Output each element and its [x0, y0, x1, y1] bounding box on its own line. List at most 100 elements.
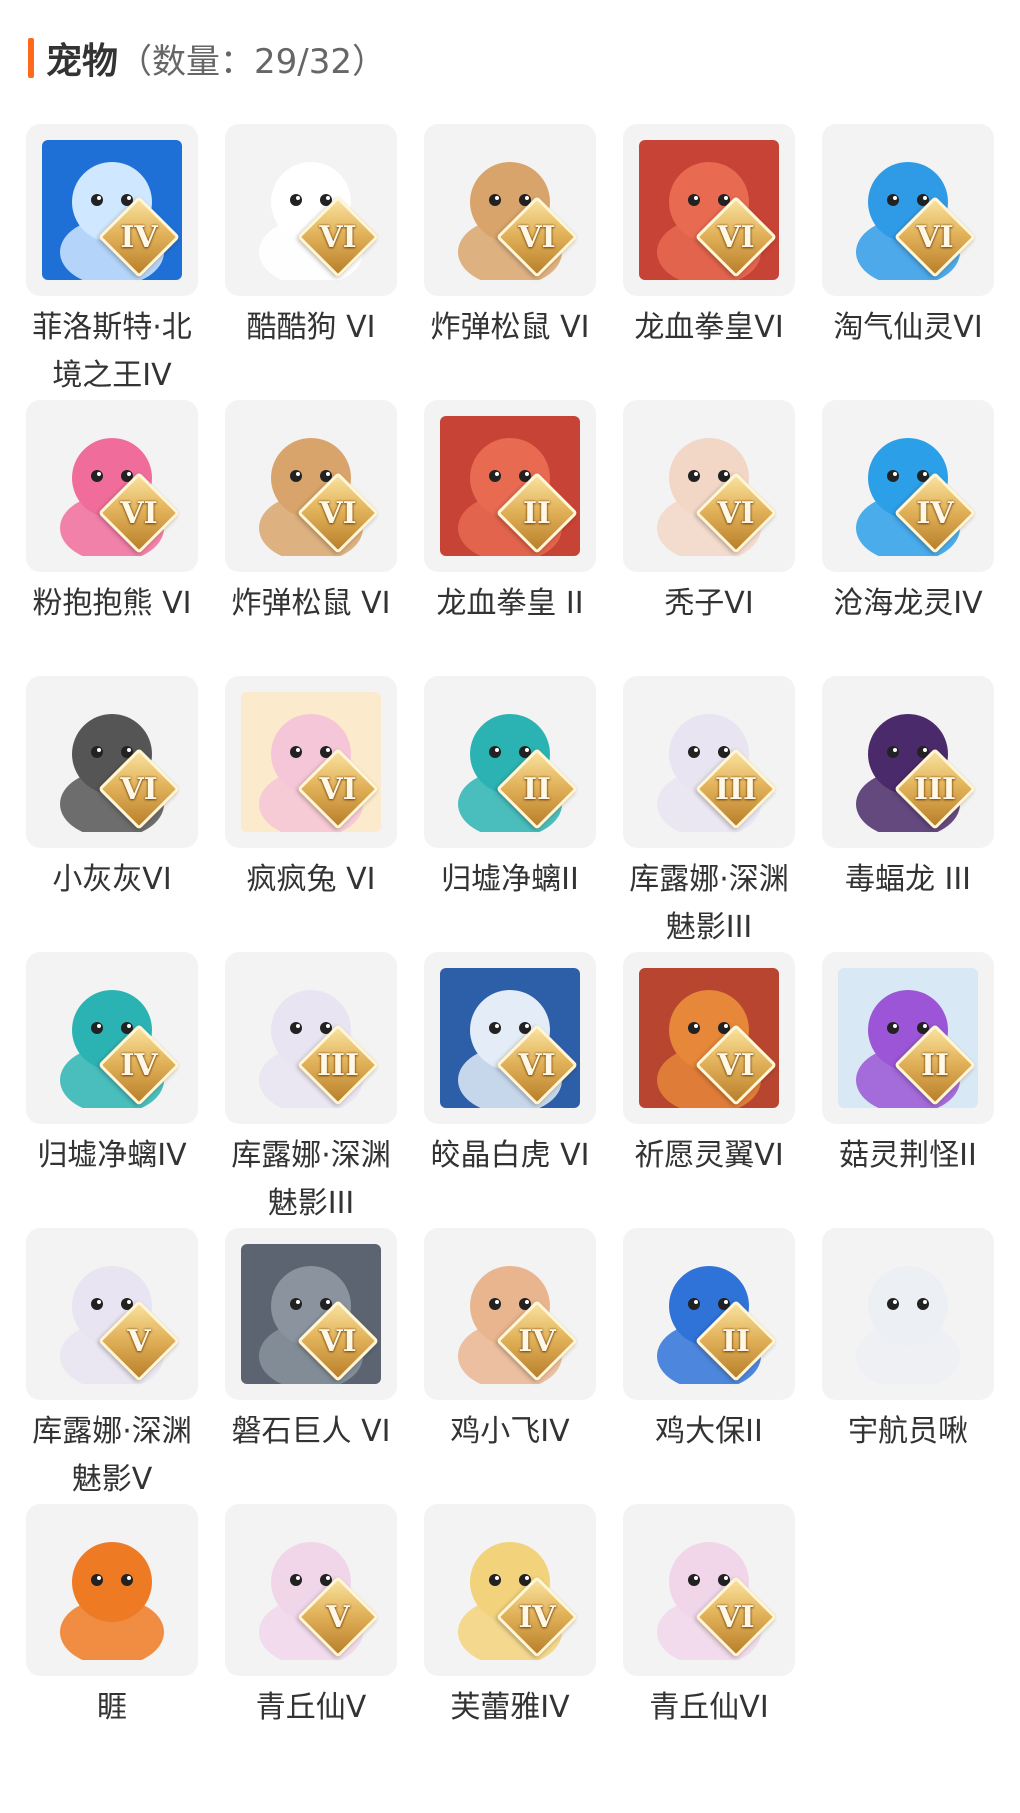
pet-item[interactable]: IV 归墟净螭IV — [26, 952, 198, 1228]
pet-tile[interactable]: VI — [623, 1504, 795, 1676]
rank-label: IV — [518, 1323, 556, 1359]
pet-item[interactable]: VI 皎晶白虎 VI — [424, 952, 596, 1228]
pet-name: 归墟净螭IV — [37, 1138, 187, 1173]
rank-label: III — [316, 1047, 360, 1083]
pet-name: 青丘仙V — [255, 1690, 367, 1725]
pet-name: 鸡大保II — [655, 1414, 763, 1449]
pet-name: 鸡小飞IV — [450, 1414, 570, 1449]
pet-name: 睚 — [97, 1690, 127, 1725]
pet-item[interactable]: VI 粉抱抱熊 VI — [26, 400, 198, 676]
pet-name: 菇灵荆怪II — [839, 1138, 977, 1173]
pet-item[interactable]: VI 龙血拳皇VI — [623, 124, 795, 400]
pet-item[interactable]: VI 淘气仙灵VI — [822, 124, 994, 400]
pet-item[interactable]: VI 炸弹松鼠 VI — [424, 124, 596, 400]
pet-item[interactable]: VI 酷酷狗 VI — [225, 124, 397, 400]
pet-tile[interactable]: VI — [424, 124, 596, 296]
pet-item[interactable]: VI 疯疯兔 VI — [225, 676, 397, 952]
pet-tile[interactable]: II — [822, 952, 994, 1124]
pet-tile[interactable] — [26, 1504, 198, 1676]
pet-item[interactable]: II 菇灵荆怪II — [822, 952, 994, 1228]
pet-name: 皎晶白虎 VI — [430, 1138, 590, 1173]
pet-tile[interactable]: VI — [623, 124, 795, 296]
rank-label: VI — [717, 1599, 755, 1635]
pet-tile[interactable] — [822, 1228, 994, 1400]
pet-name: 库露娜·深渊魅影III — [629, 862, 789, 945]
pet-item[interactable]: 宇航员啾 — [822, 1228, 994, 1504]
pet-tile[interactable]: II — [424, 400, 596, 572]
pet-tile[interactable]: V — [26, 1228, 198, 1400]
rank-label: II — [522, 771, 552, 807]
pet-item[interactable]: VI 小灰灰VI — [26, 676, 198, 952]
rank-label: VI — [319, 219, 357, 255]
rank-label: V — [326, 1599, 350, 1635]
pet-tile[interactable]: III — [822, 676, 994, 848]
pet-tile[interactable]: IV — [822, 400, 994, 572]
pet-tile[interactable]: VI — [225, 124, 397, 296]
pet-tile[interactable]: II — [424, 676, 596, 848]
pet-name: 龙血拳皇 II — [436, 586, 584, 621]
pet-item[interactable]: III 毒蝠龙 III — [822, 676, 994, 952]
pet-item[interactable]: III 库露娜·深渊魅影III — [225, 952, 397, 1228]
pet-tile[interactable]: VI — [623, 952, 795, 1124]
rank-label: VI — [319, 1323, 357, 1359]
pet-tile[interactable]: VI — [822, 124, 994, 296]
rank-label: II — [522, 495, 552, 531]
rank-label: VI — [319, 771, 357, 807]
rank-label: III — [714, 771, 758, 807]
section-title: 宠物 — [46, 41, 119, 82]
pet-tile[interactable]: VI — [26, 400, 198, 572]
accent-bar — [28, 38, 34, 78]
pet-item[interactable]: II 归墟净螭II — [424, 676, 596, 952]
pet-tile[interactable]: III — [225, 952, 397, 1124]
rank-label: IV — [518, 1599, 556, 1635]
pet-item[interactable]: VI 秃子VI — [623, 400, 795, 676]
pet-tile[interactable]: VI — [225, 1228, 397, 1400]
pet-name: 青丘仙VI — [649, 1690, 769, 1725]
rank-label: VI — [717, 495, 755, 531]
pet-item[interactable]: II 鸡大保II — [623, 1228, 795, 1504]
rank-label: IV — [120, 1047, 158, 1083]
pet-name: 淘气仙灵VI — [833, 310, 983, 345]
pet-portrait — [42, 1520, 182, 1660]
pet-item[interactable]: IV 沧海龙灵IV — [822, 400, 994, 676]
pet-item[interactable]: III 库露娜·深渊魅影III — [623, 676, 795, 952]
pet-name: 菲洛斯特·北境之王IV — [32, 310, 192, 393]
pet-count: （数量：29/32） — [118, 41, 386, 82]
pet-portrait — [838, 1244, 978, 1384]
pet-tile[interactable]: VI — [623, 400, 795, 572]
pet-item[interactable]: VI 炸弹松鼠 VI — [225, 400, 397, 676]
pet-tile[interactable]: VI — [225, 676, 397, 848]
pet-name: 毒蝠龙 III — [844, 862, 972, 897]
pet-item[interactable]: IV 菲洛斯特·北境之王IV — [26, 124, 198, 400]
pet-tile[interactable]: VI — [424, 952, 596, 1124]
pet-item[interactable]: V 青丘仙V — [225, 1504, 397, 1780]
pet-tile[interactable]: VI — [225, 400, 397, 572]
pet-grid: IV 菲洛斯特·北境之王IV VI 酷酷狗 VI VI 炸弹松鼠 VI VI 龙血拳皇VI VI… — [26, 124, 994, 1780]
pet-item[interactable]: VI 青丘仙VI — [623, 1504, 795, 1780]
pet-tile[interactable]: IV — [424, 1504, 596, 1676]
rank-label: VI — [319, 495, 357, 531]
pet-tile[interactable]: V — [225, 1504, 397, 1676]
pet-item[interactable]: II 龙血拳皇 II — [424, 400, 596, 676]
pet-name: 龙血拳皇VI — [634, 310, 784, 345]
pet-tile[interactable]: IV — [26, 124, 198, 296]
pet-name: 库露娜·深渊魅影V — [32, 1414, 192, 1497]
rank-label: VI — [120, 495, 158, 531]
pet-tile[interactable]: VI — [26, 676, 198, 848]
pet-tile[interactable]: III — [623, 676, 795, 848]
pet-item[interactable]: VI 祈愿灵翼VI — [623, 952, 795, 1228]
pet-name: 磐石巨人 VI — [231, 1414, 391, 1449]
pet-item[interactable]: IV 鸡小飞IV — [424, 1228, 596, 1504]
pet-tile[interactable]: IV — [26, 952, 198, 1124]
section-header: 宠物 （数量：29/32） — [28, 36, 386, 82]
rank-label: VI — [717, 219, 755, 255]
pet-item[interactable]: VI 磐石巨人 VI — [225, 1228, 397, 1504]
rank-label: VI — [916, 219, 954, 255]
pet-name: 疯疯兔 VI — [246, 862, 376, 897]
pet-tile[interactable]: IV — [424, 1228, 596, 1400]
pet-item[interactable]: IV 芙蕾雅IV — [424, 1504, 596, 1780]
pet-item[interactable]: 睚 — [26, 1504, 198, 1780]
pet-tile[interactable]: II — [623, 1228, 795, 1400]
pet-name: 芙蕾雅IV — [450, 1690, 570, 1725]
pet-item[interactable]: V 库露娜·深渊魅影V — [26, 1228, 198, 1504]
